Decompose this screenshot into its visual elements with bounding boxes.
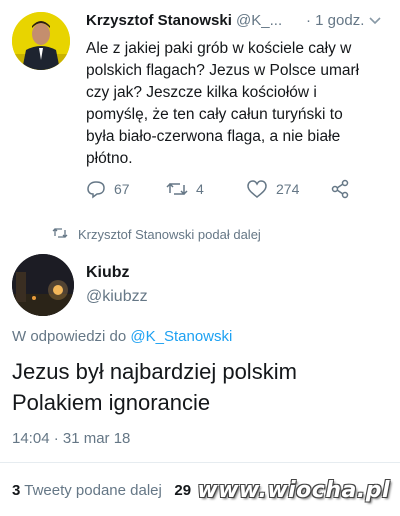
- tweet-text: Ale z jakiej paki grób w kościele cały w…: [86, 40, 360, 167]
- author-handle[interactable]: @K_...: [236, 12, 282, 29]
- like-stat-count[interactable]: 29: [174, 482, 191, 499]
- tweet-timestamp: 14:04 · 31 mar 18: [12, 430, 131, 447]
- author-name[interactable]: Kiubz: [86, 264, 130, 282]
- retweet-stat[interactable]: 3 Tweety podane dalej: [12, 482, 162, 499]
- retweet-icon: [166, 179, 188, 199]
- avatar[interactable]: [12, 12, 70, 70]
- like-icon: [246, 179, 268, 199]
- share-button[interactable]: [330, 178, 350, 200]
- divider: [0, 462, 400, 463]
- watermark: www.wiocha.pl: [197, 478, 390, 503]
- share-icon: [330, 179, 350, 199]
- chevron-down-icon[interactable]: [366, 12, 384, 30]
- author-handle[interactable]: @kiubzz: [86, 288, 148, 306]
- author-name[interactable]: Krzysztof Stanowski: [86, 12, 232, 29]
- reply-context: W odpowiedzi do @K_Stanowski: [12, 328, 232, 345]
- quoted-tweet[interactable]: Krzysztof Stanowski @K_... · 1 godz. Ale…: [0, 0, 400, 218]
- retweet-notice[interactable]: Krzysztof Stanowski podał dalej: [52, 224, 261, 244]
- retweet-notice-icon: [52, 226, 68, 243]
- tweet-text: Jezus był najbardziej polskim Polakiem i…: [12, 359, 297, 415]
- avatar[interactable]: [12, 254, 74, 316]
- tweet-actions: 67 4 274: [86, 178, 376, 200]
- reply-button[interactable]: 67: [86, 178, 130, 200]
- tweet-stats: 3 Tweety podane dalej 29: [12, 482, 191, 499]
- retweet-button[interactable]: 4: [166, 178, 204, 200]
- retweet-count: 4: [196, 181, 204, 197]
- retweet-stat-label: Tweety podane dalej: [24, 482, 162, 499]
- tweet-time[interactable]: · 1 godz.: [306, 12, 364, 29]
- reply-icon: [86, 179, 106, 199]
- reply-prefix: W odpowiedzi do: [12, 328, 127, 345]
- retweet-stat-count: 3: [12, 482, 21, 499]
- like-count: 274: [276, 181, 300, 197]
- reply-count: 67: [114, 181, 130, 197]
- like-button[interactable]: 274: [246, 178, 299, 200]
- reply-mention-link[interactable]: @K_Stanowski: [130, 328, 232, 345]
- retweet-notice-text: Krzysztof Stanowski podał dalej: [78, 226, 261, 242]
- quoted-tweet-header: Krzysztof Stanowski @K_... · 1 godz.: [86, 12, 386, 36]
